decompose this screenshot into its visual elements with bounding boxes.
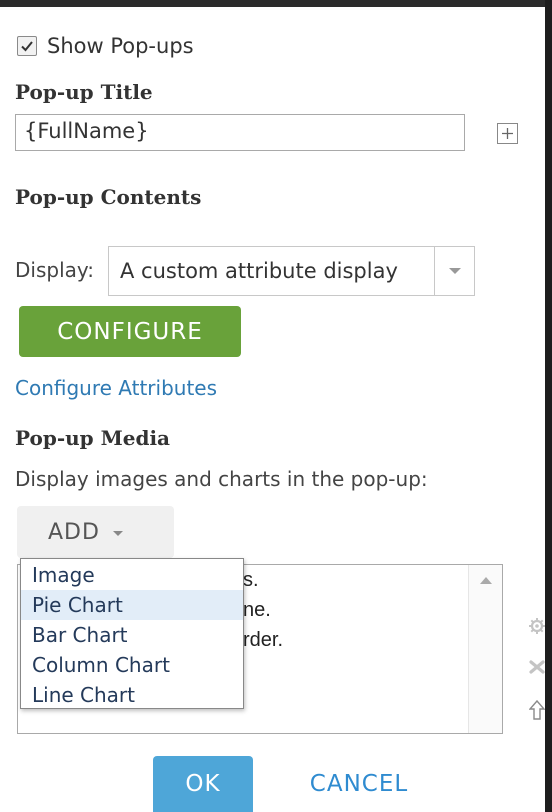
- menu-item-pie-chart[interactable]: Pie Chart: [21, 590, 243, 620]
- cancel-button[interactable]: CANCEL: [285, 756, 433, 812]
- caret-down-icon: [112, 531, 123, 536]
- window-frame-right: [545, 0, 552, 812]
- window-frame-top: [0, 0, 552, 7]
- configure-button[interactable]: CONFIGURE: [19, 306, 241, 357]
- add-media-label: ADD: [48, 519, 100, 545]
- move-media-up-button[interactable]: [527, 697, 547, 723]
- list-item: rder.: [243, 629, 284, 651]
- checkmark-icon: [21, 41, 33, 52]
- ok-button[interactable]: OK: [153, 756, 253, 812]
- show-popups-checkbox[interactable]: [17, 36, 37, 56]
- configure-attributes-link[interactable]: Configure Attributes: [15, 376, 217, 400]
- add-media-button[interactable]: ADD: [17, 506, 174, 558]
- gear-icon: [529, 618, 545, 634]
- menu-item-image[interactable]: Image: [21, 560, 243, 590]
- remove-media-button[interactable]: [527, 654, 547, 680]
- configure-media-button[interactable]: [527, 613, 547, 639]
- show-popups-row[interactable]: Show Pop-ups: [17, 34, 194, 58]
- plus-icon: [502, 128, 513, 139]
- popup-contents-heading: Pop-up Contents: [15, 185, 202, 209]
- add-media-menu: Image Pie Chart Bar Chart Column Chart L…: [20, 558, 244, 709]
- media-list-text: s. ne. rder.: [243, 565, 283, 655]
- display-select[interactable]: A custom attribute display: [108, 246, 475, 296]
- popup-media-heading: Pop-up Media: [15, 426, 171, 450]
- caret-down-icon: [448, 268, 461, 274]
- list-item: ne.: [243, 599, 271, 621]
- display-select-toggle[interactable]: [434, 247, 474, 295]
- show-popups-label: Show Pop-ups: [47, 34, 194, 58]
- popup-title-heading: Pop-up Title: [15, 80, 153, 104]
- display-select-value: A custom attribute display: [120, 259, 398, 283]
- list-item: s.: [243, 569, 259, 591]
- insert-field-button[interactable]: [497, 123, 518, 144]
- popup-media-description: Display images and charts in the pop-up:: [15, 467, 428, 491]
- menu-item-bar-chart[interactable]: Bar Chart: [21, 620, 243, 650]
- scroll-up-icon[interactable]: [480, 577, 492, 584]
- move-up-icon: [529, 699, 545, 720]
- menu-item-line-chart[interactable]: Line Chart: [21, 680, 243, 710]
- popup-title-input[interactable]: {FullName}: [15, 114, 465, 151]
- display-label: Display:: [15, 258, 95, 282]
- media-list-scrollbar[interactable]: [468, 565, 502, 733]
- menu-item-column-chart[interactable]: Column Chart: [21, 650, 243, 680]
- delete-icon: [529, 660, 545, 674]
